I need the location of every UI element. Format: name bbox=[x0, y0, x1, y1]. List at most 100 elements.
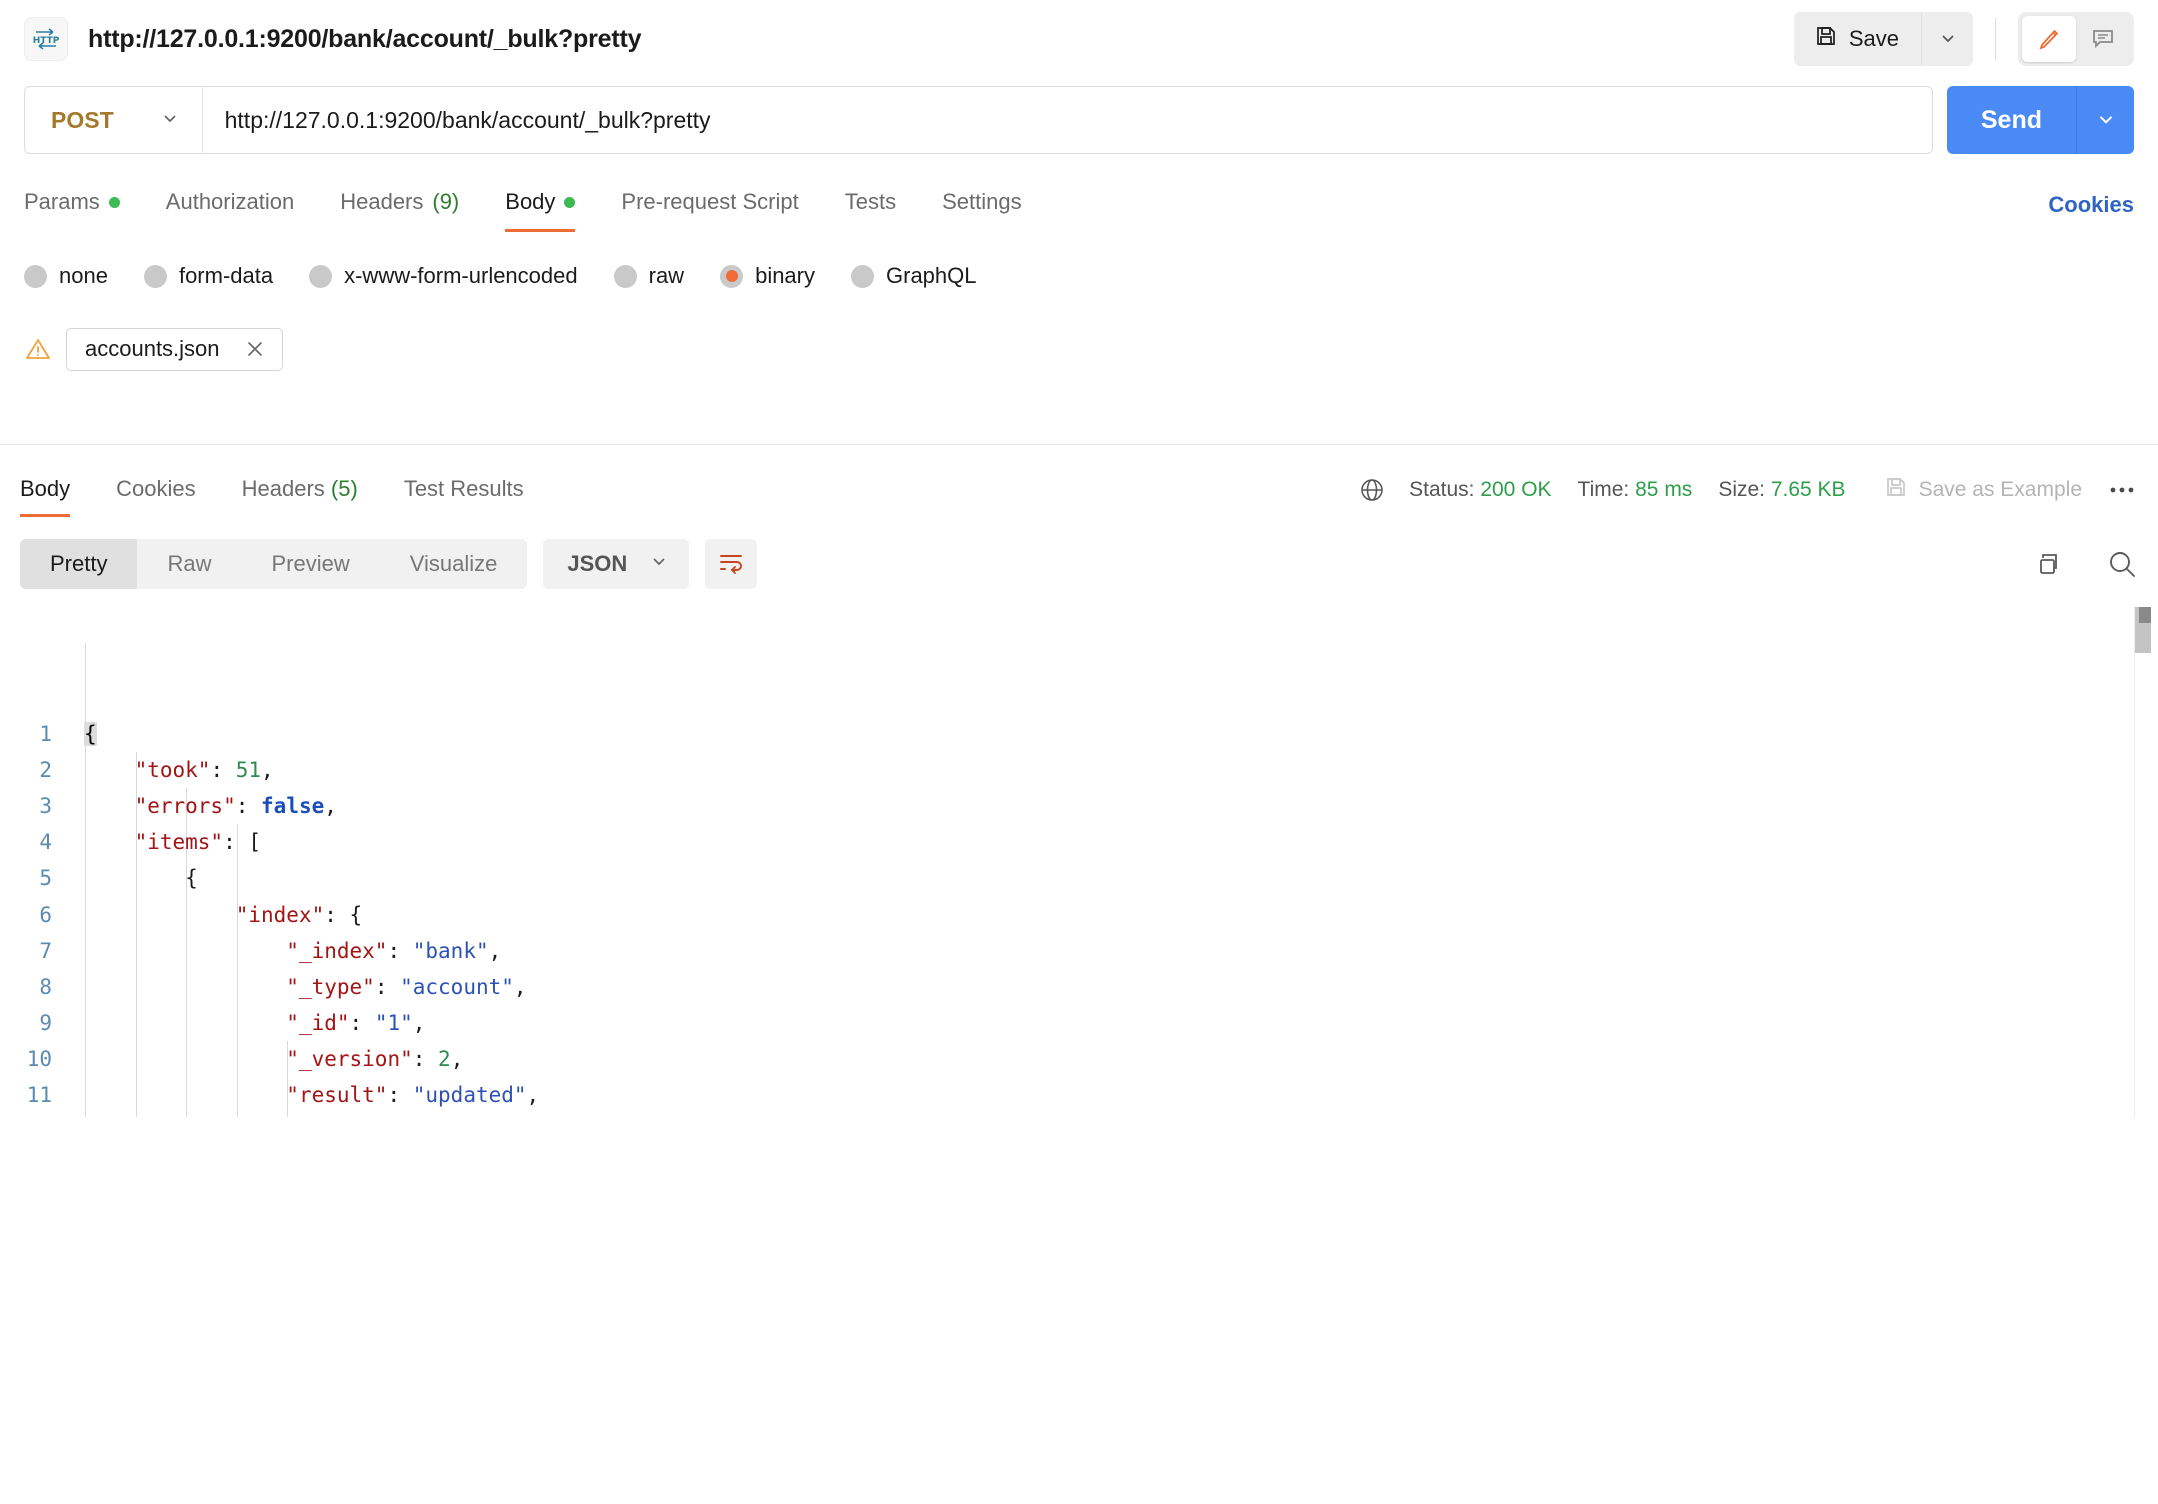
params-modified-dot-icon bbox=[108, 196, 120, 208]
send-options-button[interactable] bbox=[2076, 86, 2134, 154]
tab-settings-label: Settings bbox=[942, 189, 1022, 214]
header-divider bbox=[1995, 18, 1996, 60]
view-mode-toggle bbox=[2018, 12, 2134, 66]
globe-icon bbox=[1357, 475, 1387, 505]
url-input[interactable] bbox=[202, 87, 1932, 153]
radio-icon bbox=[24, 264, 47, 288]
code-line-text: "_type": "account", bbox=[286, 974, 527, 999]
response-tab-headers-count: (5) bbox=[330, 476, 358, 501]
selected-file-chip[interactable]: accounts.json bbox=[66, 327, 283, 371]
radio-selected-icon bbox=[720, 264, 744, 288]
save-button[interactable]: Save bbox=[1793, 12, 1921, 66]
save-options-button[interactable] bbox=[1921, 12, 1973, 66]
view-raw[interactable]: Raw bbox=[137, 539, 241, 589]
code-line: 2 "took": 51, bbox=[0, 752, 2158, 788]
http-method-label: POST bbox=[51, 106, 114, 133]
view-visualize[interactable]: Visualize bbox=[380, 539, 528, 589]
chevron-down-icon bbox=[2095, 108, 2117, 133]
size-label: Size: bbox=[1718, 478, 1765, 501]
chevron-down-icon bbox=[160, 108, 180, 133]
pencil-icon bbox=[2036, 25, 2062, 54]
selected-file-name: accounts.json bbox=[85, 335, 220, 361]
save-icon bbox=[1814, 24, 1838, 54]
tab-authorization-label: Authorization bbox=[165, 189, 295, 214]
response-tab-headers-label: Headers bbox=[241, 476, 325, 501]
cookies-link[interactable]: Cookies bbox=[2048, 192, 2134, 232]
tab-pre-request-script-label: Pre-request Script bbox=[621, 189, 799, 214]
edit-mode-button[interactable] bbox=[2022, 16, 2076, 62]
pane-divider bbox=[0, 444, 2158, 445]
view-preview[interactable]: Preview bbox=[241, 539, 379, 589]
response-language-select[interactable]: JSON bbox=[543, 539, 690, 589]
line-number: 7 bbox=[39, 938, 52, 963]
scrollbar-thumb-cap bbox=[2139, 607, 2151, 623]
send-button[interactable]: Send bbox=[1946, 86, 2076, 154]
body-type-binary[interactable]: binary bbox=[720, 263, 815, 289]
url-input-shell: POST bbox=[24, 86, 1933, 154]
code-line: 4 "items": [ bbox=[0, 824, 2158, 860]
response-tab-cookies[interactable]: Cookies bbox=[116, 476, 195, 517]
code-line-text: "_version": 2, bbox=[286, 1047, 464, 1072]
code-line: 8 "_type": "account", bbox=[0, 969, 2158, 1005]
save-label: Save bbox=[1848, 26, 1899, 51]
response-body-viewer[interactable]: 1{2 "took": 51, 3 "errors": false, 4 "item… bbox=[0, 607, 2158, 1117]
tab-headers-label: Headers bbox=[340, 189, 424, 214]
tab-settings[interactable]: Settings bbox=[942, 189, 1022, 232]
word-wrap-toggle[interactable] bbox=[705, 539, 758, 589]
http-protocol-icon: HTTP bbox=[24, 17, 68, 61]
json-code-block: 1{2 "took": 51, 3 "errors": false, 4 "item… bbox=[0, 607, 2158, 1117]
body-type-raw[interactable]: raw bbox=[613, 263, 684, 289]
code-line-text: "result": "updated", bbox=[286, 1083, 540, 1108]
line-number: 6 bbox=[39, 902, 52, 927]
binary-file-row: accounts.json bbox=[0, 326, 2158, 372]
line-number: 1 bbox=[39, 721, 52, 746]
line-number: 9 bbox=[39, 1011, 52, 1036]
tab-headers[interactable]: Headers (9) bbox=[340, 189, 459, 232]
header-actions: Save bbox=[1793, 12, 2134, 66]
view-pretty[interactable]: Pretty bbox=[20, 539, 138, 589]
tab-body[interactable]: Body bbox=[505, 189, 576, 232]
warning-triangle-icon bbox=[24, 335, 52, 363]
scrollbar-thumb[interactable] bbox=[2135, 607, 2151, 653]
tab-headers-count: (9) bbox=[432, 189, 460, 214]
search-icon[interactable] bbox=[2106, 548, 2138, 580]
body-type-none[interactable]: none bbox=[24, 263, 108, 289]
tab-pre-request-script[interactable]: Pre-request Script bbox=[621, 189, 798, 232]
tab-authorization[interactable]: Authorization bbox=[166, 189, 294, 232]
save-button-group: Save bbox=[1793, 12, 1973, 66]
save-as-example-label: Save as Example bbox=[1918, 478, 2082, 501]
body-type-urlencoded-label: x-www-form-urlencoded bbox=[344, 263, 578, 288]
response-tab-body[interactable]: Body bbox=[20, 476, 71, 517]
chevron-down-icon bbox=[649, 551, 669, 577]
body-type-binary-label: binary bbox=[755, 263, 815, 288]
code-line-text: "took": 51, bbox=[134, 757, 274, 782]
code-line-text: "_index": "bank", bbox=[286, 938, 502, 963]
code-line-text: { bbox=[84, 721, 97, 746]
time-metric: Time: 85 ms bbox=[1578, 478, 1693, 502]
time-label: Time: bbox=[1577, 478, 1630, 501]
response-scrollbar[interactable] bbox=[2134, 607, 2151, 1117]
body-type-urlencoded[interactable]: x-www-form-urlencoded bbox=[309, 263, 578, 289]
ellipsis-icon[interactable] bbox=[2108, 485, 2138, 495]
close-icon[interactable] bbox=[244, 338, 266, 360]
http-method-select[interactable]: POST bbox=[25, 87, 203, 153]
tab-tests[interactable]: Tests bbox=[845, 189, 896, 232]
radio-icon bbox=[851, 264, 874, 288]
code-line-text: { bbox=[185, 866, 198, 891]
body-type-form-data[interactable]: form-data bbox=[143, 263, 273, 289]
response-format-toolbar: Pretty Raw Preview Visualize JSON bbox=[0, 535, 2158, 593]
status-label: Status: bbox=[1409, 478, 1475, 501]
url-bar: POST Send bbox=[0, 86, 2158, 154]
body-type-radio-group: none form-data x-www-form-urlencoded raw… bbox=[0, 254, 2158, 298]
save-as-example-button[interactable]: Save as Example bbox=[1884, 475, 2082, 505]
code-line: 11 "result": "updated", bbox=[0, 1077, 2158, 1113]
response-tab-headers[interactable]: Headers (5) bbox=[242, 476, 358, 517]
tab-params[interactable]: Params bbox=[24, 189, 120, 232]
copy-icon[interactable] bbox=[2034, 549, 2064, 579]
body-type-graphql[interactable]: GraphQL bbox=[851, 263, 977, 289]
save-icon bbox=[1884, 475, 1908, 505]
code-line: 6 "index": { bbox=[0, 897, 2158, 933]
response-language-label: JSON bbox=[567, 551, 628, 576]
comment-button[interactable] bbox=[2076, 16, 2130, 62]
response-tab-test-results[interactable]: Test Results bbox=[404, 476, 524, 517]
